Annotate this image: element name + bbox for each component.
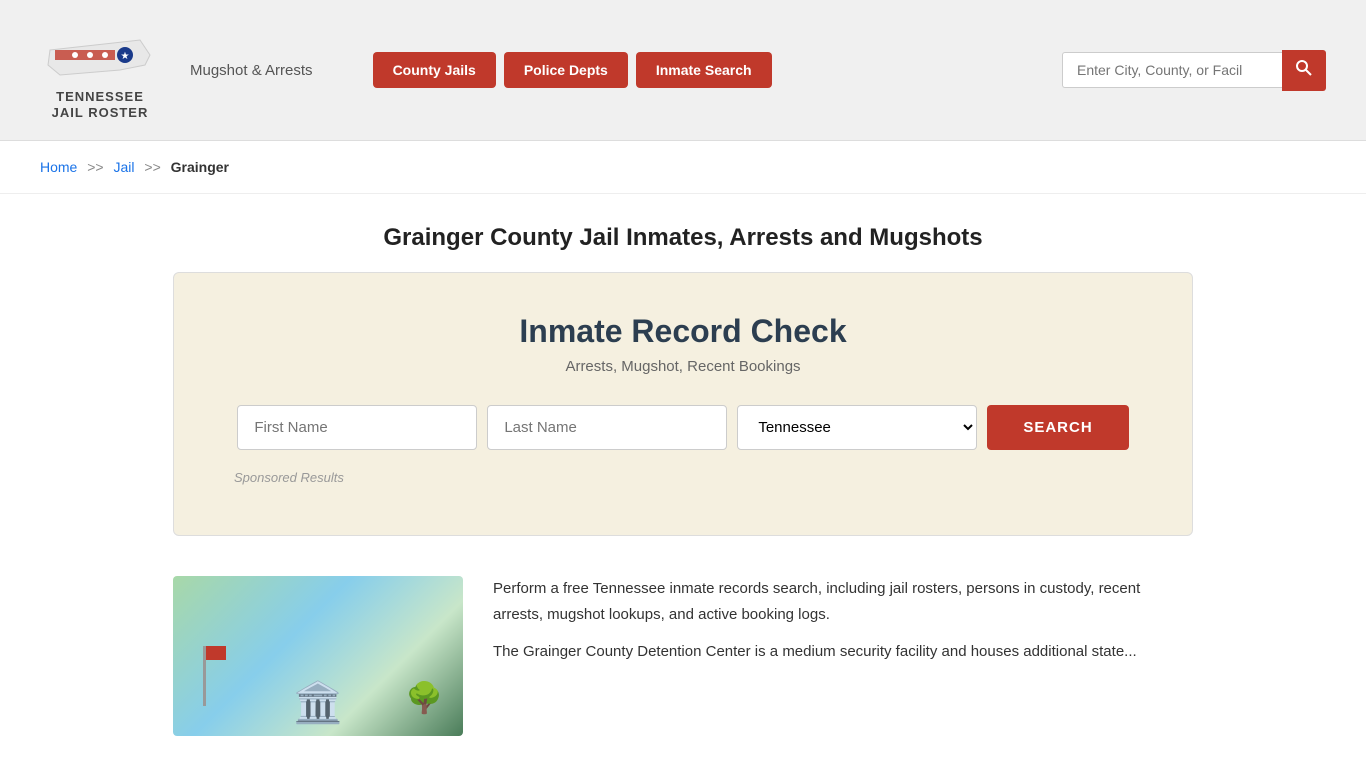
description-text: Perform a free Tennessee inmate records … (493, 576, 1193, 677)
header-search-button[interactable] (1282, 50, 1326, 91)
logo-text: TENNESSEEJAIL ROSTER (52, 89, 149, 120)
nav-buttons: County Jails Police Depts Inmate Search (373, 52, 772, 88)
page-title: Grainger County Jail Inmates, Arrests an… (173, 194, 1193, 272)
breadcrumb-current: Grainger (171, 159, 229, 175)
search-icon (1296, 60, 1312, 76)
inmate-search-form: Tennessee Alabama Alaska Arizona Arkansa… (234, 405, 1132, 450)
main-content: Grainger County Jail Inmates, Arrests an… (133, 194, 1233, 776)
breadcrumb-sep-2: >> (144, 159, 160, 175)
last-name-input[interactable] (487, 405, 727, 450)
breadcrumb: Home >> Jail >> Grainger (0, 141, 1366, 194)
breadcrumb-sep-1: >> (87, 159, 103, 175)
site-header: ★ TENNESSEEJAIL ROSTER Mugshot & Arrests… (0, 0, 1366, 141)
facility-image (173, 576, 463, 736)
first-name-input[interactable] (237, 405, 477, 450)
flag-pole (203, 646, 206, 706)
description-paragraph-1: Perform a free Tennessee inmate records … (493, 576, 1193, 627)
svg-text:★: ★ (121, 51, 130, 62)
bottom-content: Perform a free Tennessee inmate records … (173, 576, 1193, 736)
state-select[interactable]: Tennessee Alabama Alaska Arizona Arkansa… (737, 405, 977, 450)
police-depts-btn[interactable]: Police Depts (504, 52, 628, 88)
breadcrumb-jail[interactable]: Jail (114, 159, 135, 175)
inmate-search-submit[interactable]: SEARCH (987, 405, 1128, 450)
county-jails-btn[interactable]: County Jails (373, 52, 496, 88)
inmate-record-box: Inmate Record Check Arrests, Mugshot, Re… (173, 272, 1193, 536)
inmate-search-btn-nav[interactable]: Inmate Search (636, 52, 772, 88)
sponsored-label: Sponsored Results (234, 470, 1132, 485)
logo-area: ★ TENNESSEEJAIL ROSTER (40, 20, 160, 120)
header-search-input[interactable] (1062, 52, 1282, 88)
header-search-area (1062, 50, 1326, 91)
breadcrumb-home[interactable]: Home (40, 159, 77, 175)
mugshot-nav-link[interactable]: Mugshot & Arrests (190, 62, 313, 79)
inmate-record-title: Inmate Record Check (234, 313, 1132, 350)
site-logo: ★ (40, 20, 160, 85)
description-paragraph-2: The Grainger County Detention Center is … (493, 639, 1193, 665)
inmate-record-subtitle: Arrests, Mugshot, Recent Bookings (234, 358, 1132, 375)
